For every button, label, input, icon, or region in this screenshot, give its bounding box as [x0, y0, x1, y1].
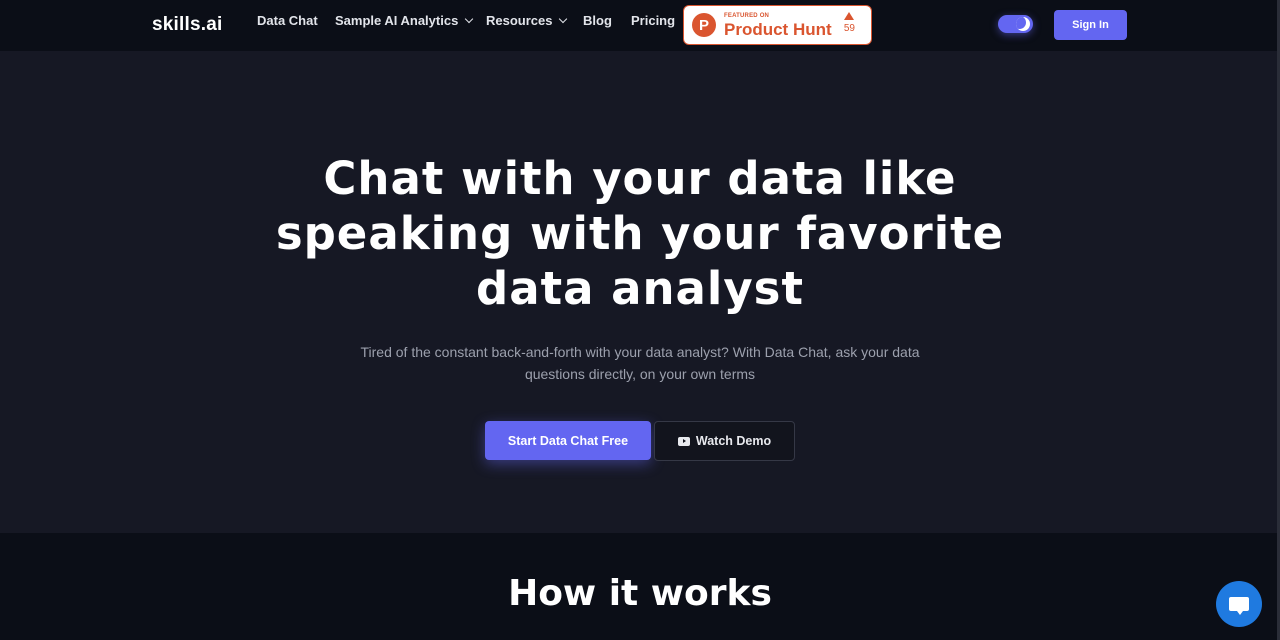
logo[interactable]: skills.ai — [152, 14, 222, 36]
top-navbar: skills.ai Data Chat Sample AI Analytics … — [0, 0, 1280, 51]
nav-blog[interactable]: Blog — [583, 13, 612, 28]
hero-subtitle: Tired of the constant back-and-forth wit… — [360, 344, 920, 382]
hero-title-line: speaking with your favorite — [275, 207, 1005, 260]
nav-resources[interactable]: Resources — [486, 13, 568, 28]
youtube-play-icon — [677, 436, 690, 446]
hero-title-line: data analyst — [476, 262, 804, 315]
nav-data-chat[interactable]: Data Chat — [257, 13, 318, 28]
nav-label: Pricing — [631, 13, 676, 28]
upvote-triangle-icon — [844, 12, 855, 20]
watch-demo-label: Watch Demo — [695, 434, 772, 448]
chat-widget-button[interactable] — [1216, 581, 1262, 627]
upvote-count: 59 — [844, 12, 855, 34]
nav-label: Sample AI Analytics — [335, 13, 459, 28]
chevron-down-icon — [465, 14, 474, 24]
nav-label: Resources — [486, 13, 553, 28]
moon-icon — [1016, 17, 1030, 31]
product-hunt-text: FEATURED ON Product Hunt — [724, 13, 832, 38]
sign-in-button[interactable]: Sign In — [1054, 10, 1127, 40]
nav-pricing[interactable]: Pricing — [631, 13, 675, 28]
nav-label: Blog — [583, 13, 612, 28]
how-it-works-title: How it works — [508, 573, 772, 614]
featured-on-label: FEATURED ON — [724, 12, 770, 19]
chevron-down-icon — [559, 14, 568, 24]
vote-count: 59 — [843, 23, 855, 34]
hero-section: Chat with your data like speaking with y… — [0, 51, 1280, 533]
hero-title: Chat with your data like speaking with y… — [0, 151, 1280, 316]
nav-label: Data Chat — [257, 13, 318, 28]
watch-demo-button[interactable]: Watch Demo — [654, 421, 795, 461]
product-hunt-badge[interactable]: P FEATURED ON Product Hunt 59 — [683, 5, 872, 45]
how-it-works-section: How it works — [0, 533, 1280, 640]
product-hunt-logo-icon: P — [692, 13, 716, 37]
hero-title-line: Chat with your data like — [323, 152, 957, 205]
product-hunt-name: Product Hunt — [724, 19, 832, 39]
start-data-chat-button[interactable]: Start Data Chat Free — [485, 421, 651, 460]
nav-sample-ai-analytics[interactable]: Sample AI Analytics — [335, 13, 474, 28]
theme-toggle[interactable] — [998, 15, 1033, 33]
chat-bubble-icon — [1229, 597, 1249, 615]
